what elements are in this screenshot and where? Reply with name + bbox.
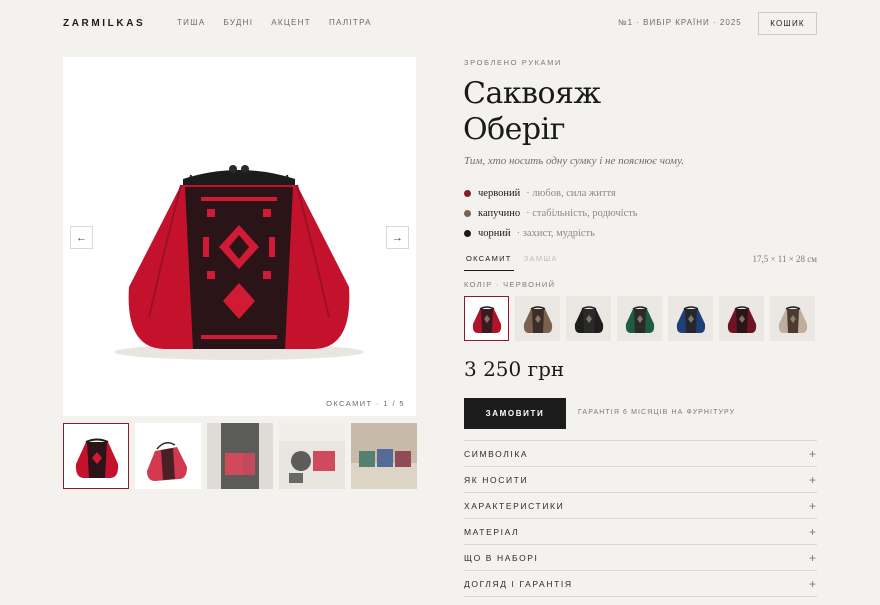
accordion-kharakterystyky[interactable]: ХАРАКТЕРИСТИКИ +	[464, 493, 817, 519]
accordion-label: ЯК НОСИТИ	[464, 474, 529, 485]
plus-icon: +	[808, 550, 816, 565]
meaning-name: червоний	[478, 187, 521, 199]
gallery-counter: ОКСАМИТ · 1 / 5	[326, 399, 405, 408]
thumbnail-4[interactable]	[279, 423, 345, 489]
nav-item-palitra[interactable]: ПАЛІТРА	[329, 18, 372, 27]
thumbnail-1[interactable]	[63, 423, 129, 489]
plus-icon: +	[808, 576, 816, 591]
accordion-label: МАТЕРІАЛ	[464, 526, 520, 537]
meaning-item: капучино · стабільність, родючість	[464, 203, 638, 223]
accordion-label: ДОГЛЯД І ГАРАНТІЯ	[464, 578, 573, 589]
color-swatch[interactable]	[515, 296, 560, 341]
accordion-material[interactable]: МАТЕРІАЛ +	[464, 519, 817, 545]
handbag-icon	[676, 305, 705, 333]
color-dot-icon	[464, 189, 471, 197]
brand-logo[interactable]: ZARMILKAS	[63, 18, 145, 29]
color-swatch[interactable]	[464, 296, 509, 341]
product-title: Саквояж Оберіг	[463, 76, 601, 148]
tab-oksamyt[interactable]: ОКСАМИТ	[464, 252, 514, 271]
gallery-prev-button[interactable]: ←	[70, 226, 93, 249]
title-line-2: Оберіг	[463, 112, 565, 147]
product-main-image: ← → ОКСАМИТ · 1 / 5	[63, 57, 416, 416]
accordion-label: СИМВОЛІКА	[464, 448, 529, 459]
tab-zamsha[interactable]: ЗАМША	[522, 252, 560, 271]
meaning-item: червоний · любов, сила життя	[464, 183, 638, 203]
accordion-shcho-v-nabori[interactable]: ЩО В НАБОРІ +	[464, 545, 817, 571]
nav-item-budni[interactable]: БУДНІ	[224, 18, 254, 27]
color-swatch[interactable]	[617, 296, 662, 341]
accordion-label: ЩО В НАБОРІ	[464, 552, 539, 563]
color-label: КОЛІР · ЧЕРВОНИЙ	[464, 280, 556, 289]
handbag-icon	[472, 305, 501, 333]
thumbnail-3[interactable]	[207, 423, 273, 489]
warranty-note: ГАРАНТІЯ 6 МІСЯЦІВ НА ФУРНІТУРУ	[578, 409, 736, 416]
color-swatch[interactable]	[668, 296, 713, 341]
nav-item-aktsent[interactable]: АКЦЕНТ	[271, 18, 311, 27]
gallery-thumbnails	[63, 423, 417, 489]
handbag-icon	[625, 305, 654, 333]
order-button[interactable]: ЗАМОВИТИ	[464, 398, 566, 429]
plus-icon: +	[808, 446, 816, 461]
main-nav: ТИША БУДНІ АКЦЕНТ ПАЛІТРА	[177, 18, 372, 27]
handbag-icon	[727, 305, 756, 333]
meaning-desc: · стабільність, родючість	[526, 207, 638, 219]
meaning-desc: · любов, сила життя	[526, 187, 616, 199]
cart-button[interactable]: КОШИК	[758, 12, 817, 35]
thumbnail-5[interactable]	[351, 423, 417, 489]
accordion-label: ХАРАКТЕРИСТИКИ	[464, 500, 565, 511]
material-tabs: ОКСАМИТ ЗАМША	[464, 252, 560, 271]
handbag-icon	[523, 305, 552, 333]
color-swatch[interactable]	[719, 296, 764, 341]
accordion-dohliad[interactable]: ДОГЛЯД І ГАРАНТІЯ +	[464, 571, 817, 597]
color-dot-icon	[464, 209, 471, 217]
product-accordion: СИМВОЛІКА + ЯК НОСИТИ + ХАРАКТЕРИСТИКИ +…	[464, 440, 817, 597]
handbag-icon	[778, 305, 807, 333]
handbag-icon	[574, 305, 603, 333]
color-dot-icon	[464, 229, 471, 237]
product-dimensions: 17,5 × 11 × 28 см	[752, 254, 817, 264]
gallery-next-button[interactable]: →	[386, 226, 409, 249]
plus-icon: +	[808, 472, 816, 487]
award-badge: №1 · ВИБІР КРАЇНИ · 2025	[618, 18, 742, 27]
product-eyebrow: ЗРОБЛЕНО РУКАМИ	[464, 58, 562, 67]
color-meanings: червоний · любов, сила життя капучино · …	[464, 183, 638, 243]
nav-item-tysha[interactable]: ТИША	[177, 18, 206, 27]
product-subtitle: Тим, хто носить одну сумку і не пояснює …	[464, 155, 685, 167]
accordion-yak-nosyty[interactable]: ЯК НОСИТИ +	[464, 467, 817, 493]
plus-icon: +	[808, 498, 816, 513]
handbag-illustration	[114, 165, 364, 360]
color-swatches	[464, 296, 815, 341]
thumbnail-2[interactable]	[135, 423, 201, 489]
title-line-1: Саквояж	[463, 76, 601, 111]
product-price: 3 250 грн	[464, 357, 565, 381]
meaning-name: чорний	[478, 227, 511, 239]
accordion-symbolika[interactable]: СИМВОЛІКА +	[464, 441, 817, 467]
meaning-name: капучино	[478, 207, 521, 219]
meaning-item: чорний · захист, мудрість	[464, 223, 638, 243]
plus-icon: +	[808, 524, 816, 539]
meaning-desc: · захист, мудрість	[516, 227, 595, 239]
color-swatch[interactable]	[770, 296, 815, 341]
color-swatch[interactable]	[566, 296, 611, 341]
